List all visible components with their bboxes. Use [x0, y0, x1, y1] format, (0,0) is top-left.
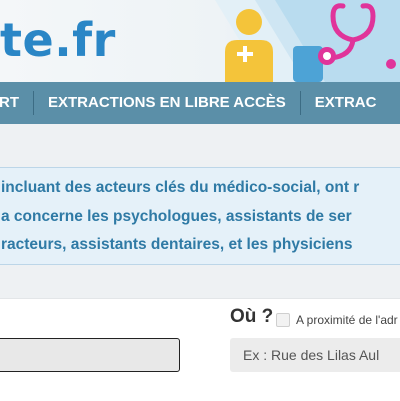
main-nav: RT EXTRACTIONS EN LIBRE ACCÈS EXTRAC: [0, 82, 400, 124]
proximity-checkbox[interactable]: [276, 313, 290, 327]
info-line: racteurs, assistants dentaires, et les p…: [1, 236, 353, 253]
where-label: Où ?: [230, 306, 274, 327]
site-logo[interactable]: te.fr: [0, 10, 116, 70]
info-notice: incluant des acteurs clés du médico-soci…: [0, 167, 400, 265]
nav-item-extractions[interactable]: EXTRAC: [301, 82, 391, 124]
proximity-label: A proximité de l'adr: [296, 313, 398, 327]
who-search-input[interactable]: [0, 338, 180, 372]
nav-item-extractions-libre-acces[interactable]: EXTRACTIONS EN LIBRE ACCÈS: [34, 82, 300, 124]
header-illustration: [215, 0, 400, 82]
info-line: a concerne les psychologues, assistants …: [1, 208, 352, 225]
info-line: incluant des acteurs clés du médico-soci…: [1, 179, 360, 196]
nav-item-partial[interactable]: RT: [0, 82, 33, 124]
where-search-input[interactable]: [230, 338, 400, 372]
header-banner: te.fr: [0, 0, 400, 82]
